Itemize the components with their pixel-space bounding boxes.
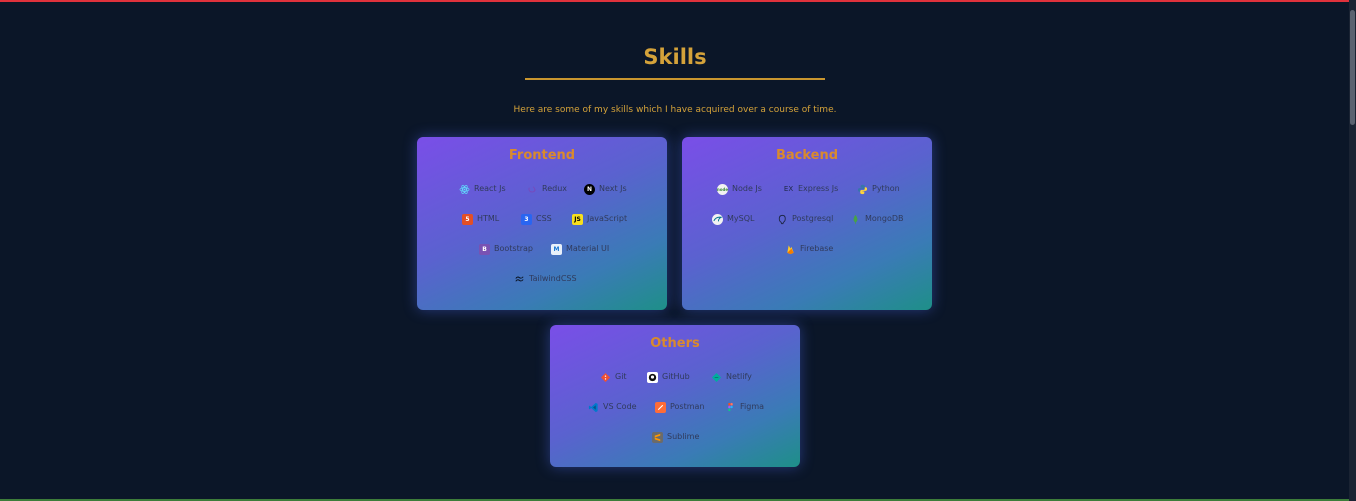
skill-label: Git [615, 372, 627, 381]
skill-firebase: Firebase [785, 242, 833, 256]
skill-nodejs: node Node Js [717, 182, 762, 196]
skill-label: MongoDB [865, 214, 904, 223]
scrollbar-thumb[interactable] [1350, 10, 1355, 125]
skill-javascript: JS JavaScript [572, 212, 627, 226]
skill-figma: Figma [725, 400, 764, 414]
skill-label: Next Js [599, 184, 627, 193]
skill-nextjs: N Next Js [584, 182, 627, 196]
react-icon [459, 184, 470, 195]
sublime-icon [652, 431, 663, 443]
skill-label: Redux [542, 184, 568, 193]
skill-express: EX Express Js [783, 182, 838, 196]
skill-bootstrap: B Bootstrap [479, 242, 533, 256]
skill-label: Figma [740, 402, 765, 411]
tailwind-icon [514, 274, 525, 285]
section-subtitle: Here are some of my skills which I have … [513, 105, 837, 115]
skill-label: CSS [536, 214, 552, 223]
skill-mysql: MySQL [712, 212, 754, 226]
github-icon [647, 371, 658, 383]
title-underline [525, 78, 825, 80]
html5-icon: 5 [462, 213, 473, 225]
nodejs-icon: node [717, 183, 728, 195]
skill-label: React Js [474, 184, 506, 193]
skill-git: Git [600, 370, 627, 384]
skill-label: Node Js [732, 184, 762, 193]
skill-vscode: VS Code [588, 400, 637, 414]
skill-redux: Redux [527, 182, 567, 196]
skill-label: TailwindCSS [529, 274, 577, 283]
python-icon [857, 184, 868, 195]
skill-label: JavaScript [587, 214, 628, 223]
others-card: Others Git GitHub Netlify VS Code Postma… [550, 325, 800, 467]
skill-label: GitHub [662, 372, 690, 381]
mongodb-icon [850, 214, 861, 225]
skill-postgresql: Postgresql [777, 212, 833, 226]
skill-material-ui: M Material UI [551, 242, 609, 256]
skill-label: Express Js [798, 184, 839, 193]
skill-label: Postgresql [792, 214, 834, 223]
mysql-icon [712, 213, 723, 225]
skill-mongodb: MongoDB [850, 212, 904, 226]
redux-icon [527, 184, 538, 195]
css3-icon: 3 [521, 213, 532, 225]
skill-label: Python [872, 184, 900, 193]
skill-label: VS Code [603, 402, 637, 411]
vscode-icon [588, 402, 599, 413]
javascript-icon: JS [572, 213, 583, 225]
page-scrollbar[interactable] [1349, 0, 1356, 501]
frontend-card: Frontend React Js Redux N Next Js 5 HTML… [417, 137, 667, 310]
skill-label: MySQL [727, 214, 755, 223]
skill-tailwind: TailwindCSS [514, 272, 577, 286]
skill-react: React Js [459, 182, 506, 196]
skill-label: Sublime [667, 432, 700, 441]
skill-label: Netlify [726, 372, 752, 381]
git-icon [600, 372, 611, 383]
card-title-backend: Backend [775, 148, 839, 163]
nextjs-icon: N [584, 183, 595, 195]
netlify-icon [711, 372, 722, 383]
top-accent-bar [0, 0, 1349, 2]
skill-label: Bootstrap [494, 244, 533, 253]
firebase-icon [785, 244, 796, 255]
bootstrap-icon: B [479, 243, 490, 255]
postman-icon [655, 401, 666, 413]
section-title: Skills [643, 45, 707, 69]
postgresql-icon [777, 214, 788, 225]
skill-sublime: Sublime [652, 430, 699, 444]
skill-label: Firebase [800, 244, 834, 253]
skill-label: HTML [477, 214, 500, 223]
figma-icon [725, 402, 736, 413]
skill-netlify: Netlify [711, 370, 752, 384]
skill-label: Postman [670, 402, 705, 411]
express-icon: EX [783, 184, 794, 193]
skill-postman: Postman [655, 400, 705, 414]
skill-label: Material UI [566, 244, 610, 253]
backend-card: Backend node Node Js EX Express Js Pytho… [682, 137, 932, 310]
skill-github: GitHub [647, 370, 690, 384]
skill-css: 3 CSS [521, 212, 552, 226]
material-ui-icon: M [551, 243, 562, 255]
card-title-others: Others [650, 336, 700, 351]
skill-html: 5 HTML [462, 212, 499, 226]
skill-python: Python [857, 182, 900, 196]
card-title-frontend: Frontend [508, 148, 576, 163]
